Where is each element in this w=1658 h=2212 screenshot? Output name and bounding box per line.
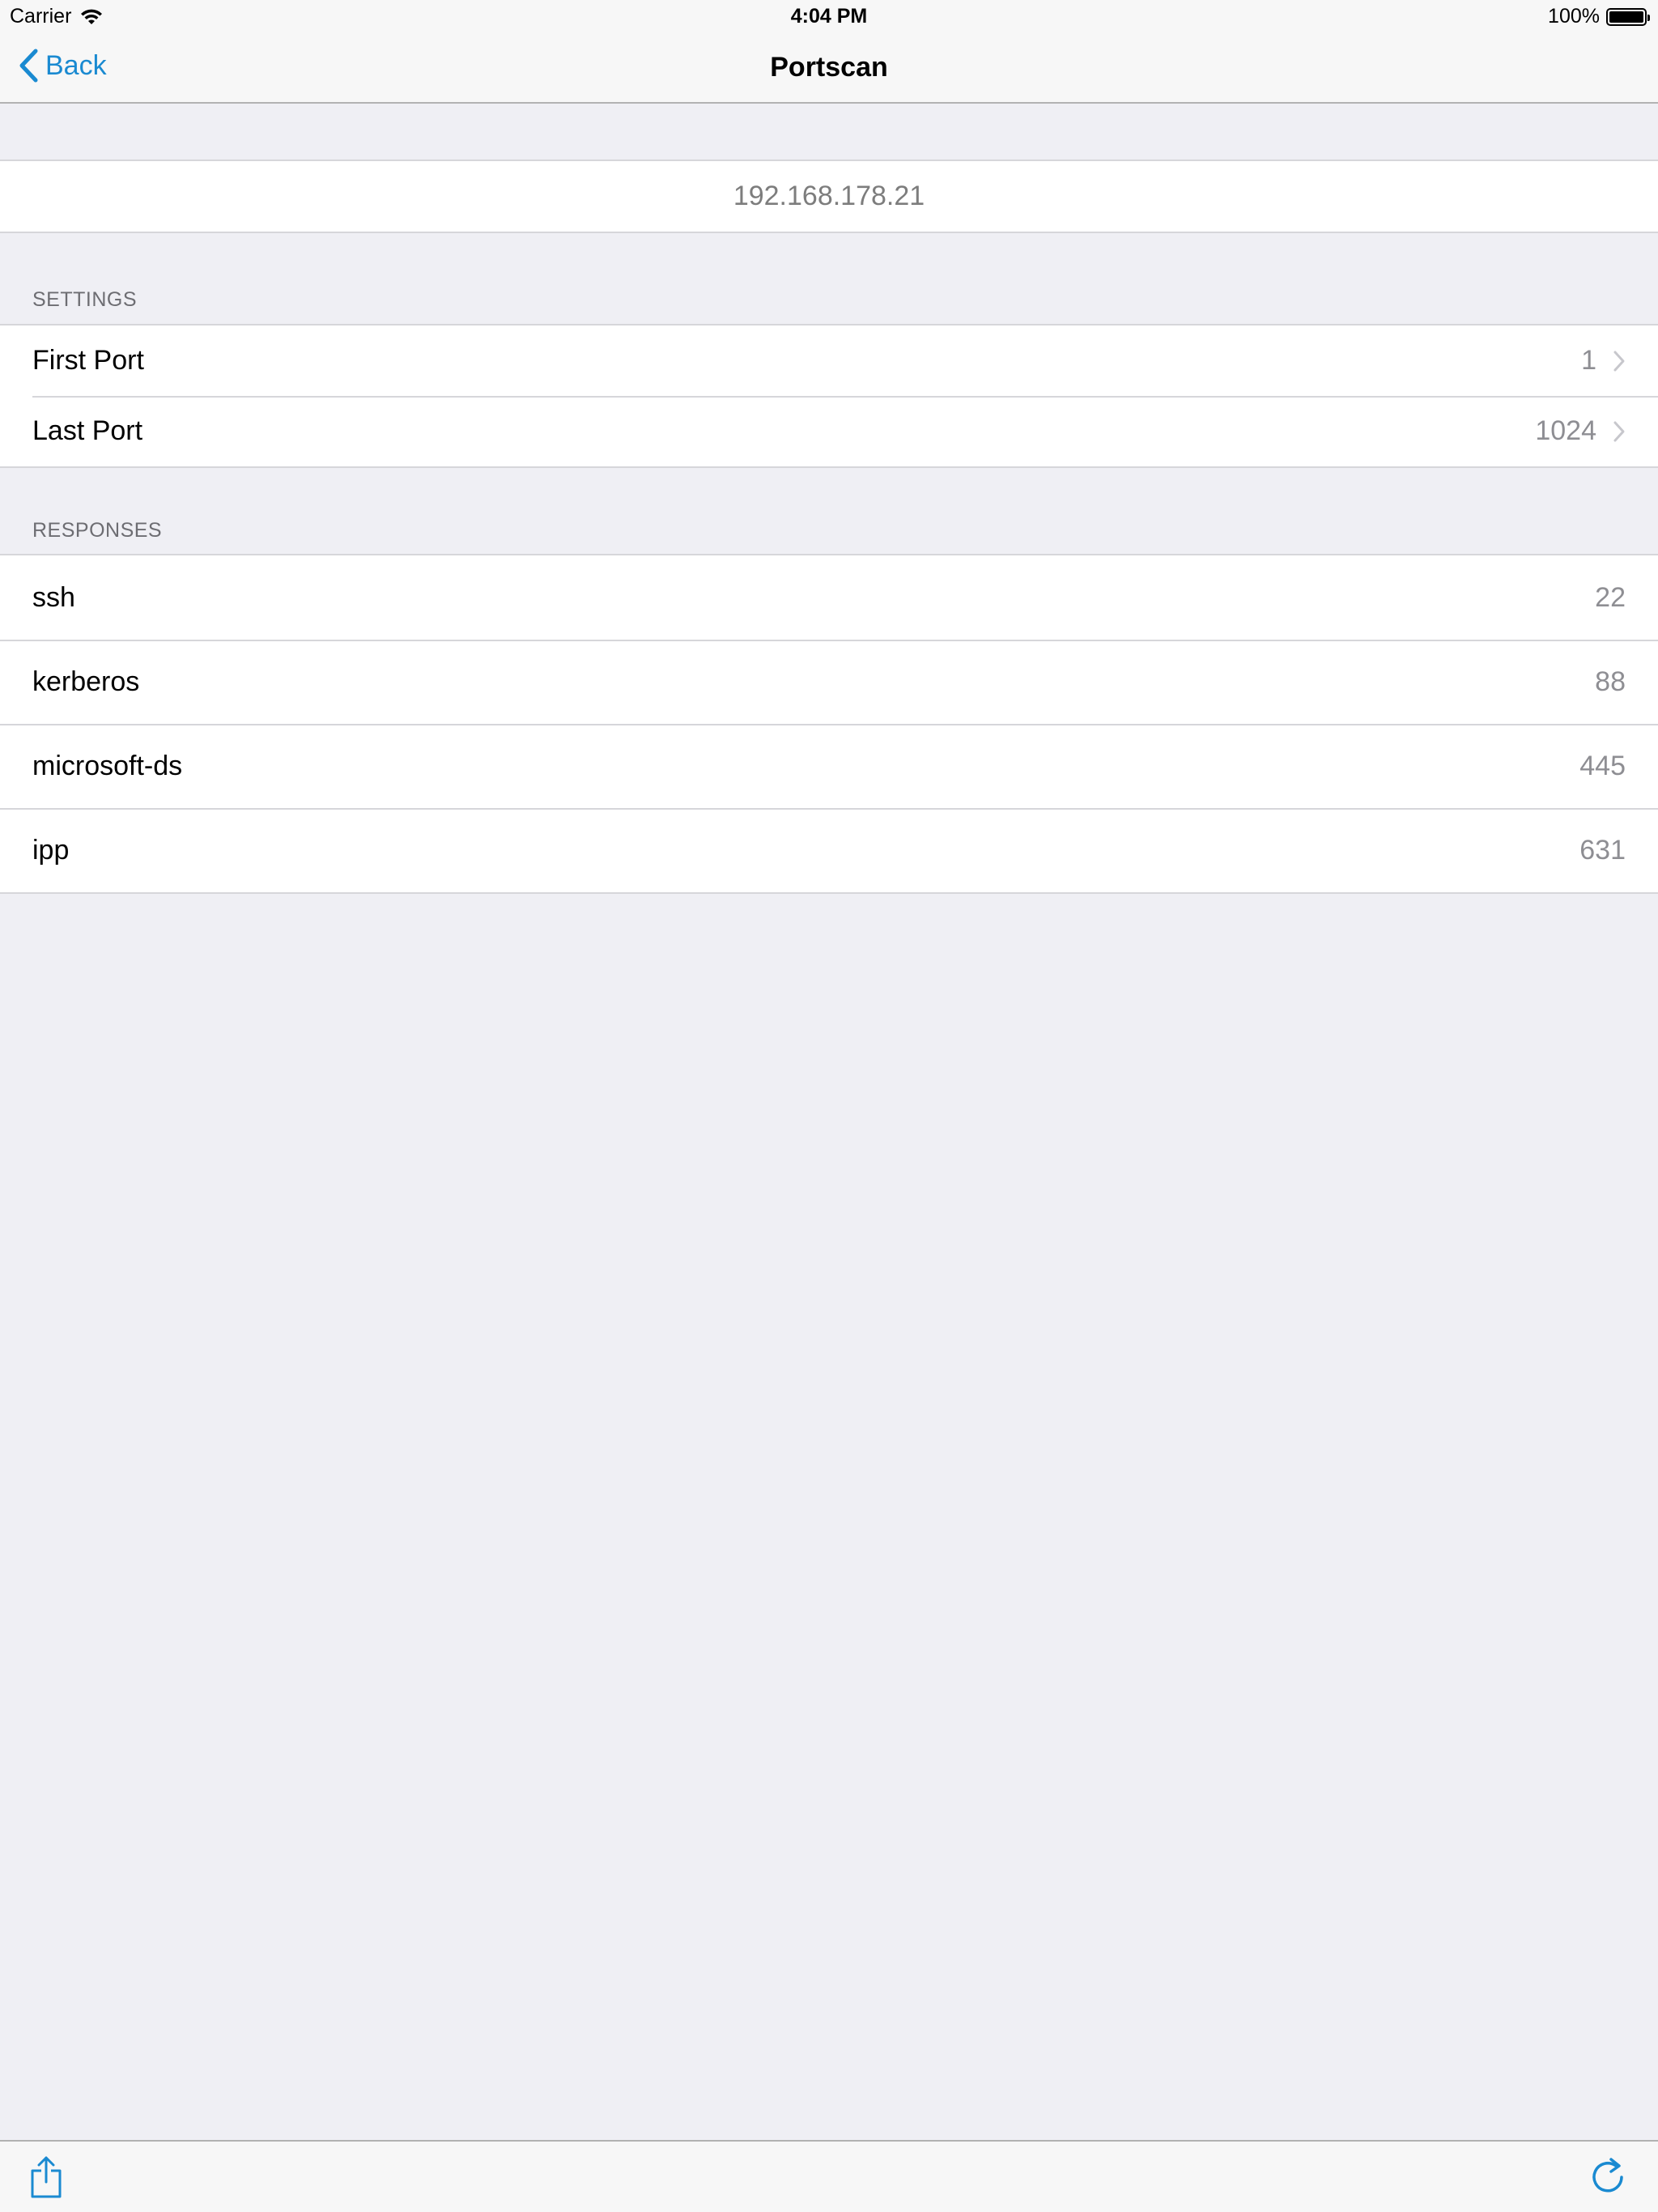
target-ip-cell[interactable]: 192.168.178.21: [0, 160, 1658, 233]
battery-percent: 100%: [1548, 5, 1600, 28]
page-title: Portscan: [770, 52, 888, 83]
responses-section-header: RESPONSES: [32, 519, 163, 542]
response-port: 22: [1595, 581, 1626, 613]
share-icon: [31, 2156, 62, 2198]
status-right: 100%: [1548, 5, 1650, 28]
navigation-bar: Back Portscan: [0, 32, 1658, 104]
response-port: 631: [1579, 834, 1626, 866]
response-service: microsoft-ds: [32, 750, 183, 781]
chevron-right-icon: [1613, 420, 1626, 443]
first-port-label: First Port: [32, 345, 144, 376]
settings-section-header: SETTINGS: [32, 288, 138, 311]
share-button[interactable]: [29, 2155, 63, 2204]
first-port-value: 1: [1581, 345, 1596, 376]
chevron-right-icon: [1613, 350, 1626, 372]
response-row[interactable]: ipp 631: [0, 808, 1658, 892]
response-row[interactable]: kerberos 88: [0, 640, 1658, 724]
response-service: kerberos: [32, 666, 140, 697]
target-ip: 192.168.178.21: [733, 181, 925, 211]
responses-group: ssh 22 kerberos 88 microsoft-ds 445 ipp …: [0, 554, 1658, 894]
response-row[interactable]: ssh 22: [0, 555, 1658, 640]
refresh-icon: [1592, 2158, 1623, 2193]
response-row[interactable]: microsoft-ds 445: [0, 724, 1658, 808]
status-bar: Carrier 4:04 PM 100%: [0, 0, 1658, 32]
response-port: 88: [1595, 666, 1626, 697]
last-port-label: Last Port: [32, 415, 143, 446]
response-port: 445: [1579, 750, 1626, 781]
battery-icon: [1606, 7, 1650, 26]
response-service: ssh: [32, 581, 75, 613]
status-time: 4:04 PM: [790, 5, 868, 28]
bottom-toolbar: [0, 2140, 1658, 2212]
refresh-button[interactable]: [1588, 2156, 1627, 2202]
first-port-row[interactable]: First Port 1: [0, 325, 1658, 396]
battery-level-fill: [1609, 11, 1643, 23]
last-port-value: 1024: [1535, 415, 1596, 446]
response-service: ipp: [32, 834, 70, 866]
last-port-row[interactable]: Last Port 1024: [0, 396, 1658, 466]
settings-group: First Port 1 Last Port 1024: [0, 324, 1658, 468]
